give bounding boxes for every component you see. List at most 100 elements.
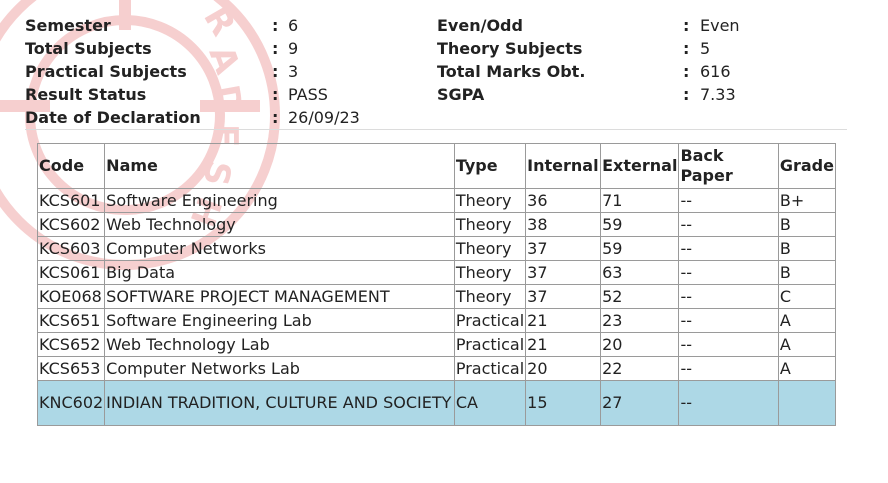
header-back-paper: Back Paper (678, 143, 779, 189)
cell-type: Practical (453, 356, 527, 381)
cell-type: Theory (453, 236, 527, 261)
summary-colon: : (683, 62, 690, 81)
cell-code: KCS602 (36, 212, 106, 237)
cell-name: Web Technology (104, 212, 455, 237)
cell-code: KNC602 (36, 380, 106, 426)
summary-value: Even (700, 16, 740, 35)
cell-grade: C (777, 284, 837, 309)
summary-row-date-of-declaration: Date of Declaration : 26/09/23 (25, 106, 445, 129)
cell-grade: B+ (777, 188, 837, 213)
summary-row-theory-subjects: Theory Subjects : 5 (437, 37, 847, 60)
cell-back: -- (678, 380, 779, 426)
cell-type: Theory (453, 284, 527, 309)
cell-external: 20 (600, 332, 680, 357)
cell-code: KCS061 (36, 260, 106, 285)
summary-label: Total Marks Obt. (437, 62, 586, 81)
cell-name: Software Engineering (104, 188, 455, 213)
cell-back: -- (678, 308, 779, 333)
cell-internal: 37 (525, 260, 602, 285)
cell-external: 23 (600, 308, 680, 333)
cell-internal: 21 (525, 332, 602, 357)
summary-label: Even/Odd (437, 16, 523, 35)
header-code: Code (36, 143, 106, 189)
cell-grade: B (777, 236, 837, 261)
cell-name: Computer Networks Lab (104, 356, 455, 381)
summary-value: 6 (288, 16, 299, 35)
cell-code: KCS651 (36, 308, 106, 333)
cell-code: KOE068 (36, 284, 106, 309)
table-row: KCS652 Web Technology Lab Practical 21 2… (36, 332, 837, 357)
cell-name: Web Technology Lab (104, 332, 455, 357)
cell-back: -- (678, 212, 779, 237)
cell-name: INDIAN TRADITION, CULTURE AND SOCIETY (104, 380, 455, 426)
table-row: KCS061 Big Data Theory 37 63 -- B (36, 260, 837, 285)
table-row: KCS602 Web Technology Theory 38 59 -- B (36, 212, 837, 237)
cell-code: KCS603 (36, 236, 106, 261)
summary-row-total-subjects: Total Subjects : 9 (25, 37, 445, 60)
cell-type: Theory (453, 188, 527, 213)
header-internal: Internal (525, 143, 602, 189)
summary-value: 3 (288, 62, 299, 81)
cell-name: Computer Networks (104, 236, 455, 261)
cell-grade (777, 380, 837, 426)
cell-code: KCS653 (36, 356, 106, 381)
table-row: KCS601 Software Engineering Theory 36 71… (36, 188, 837, 213)
table-row-highlighted: KNC602 INDIAN TRADITION, CULTURE AND SOC… (36, 380, 837, 426)
summary-colon: : (272, 39, 279, 58)
cell-grade: A (777, 308, 837, 333)
summary-label: Practical Subjects (25, 62, 187, 81)
summary-label: Total Subjects (25, 39, 152, 58)
summary-row-sgpa: SGPA : 7.33 (437, 83, 847, 106)
cell-code: KCS601 (36, 188, 106, 213)
summary-value: 7.33 (700, 85, 736, 104)
table-row: KOE068 SOFTWARE PROJECT MANAGEMENT Theor… (36, 284, 837, 309)
cell-external: 27 (600, 380, 680, 426)
cell-back: -- (678, 188, 779, 213)
summary-colon: : (683, 39, 690, 58)
cell-back: -- (678, 284, 779, 309)
cell-back: -- (678, 260, 779, 285)
summary-row-result-status: Result Status : PASS (25, 83, 445, 106)
cell-external: 71 (600, 188, 680, 213)
cell-grade: A (777, 356, 837, 381)
cell-grade: B (777, 212, 837, 237)
summary-colon: : (272, 16, 279, 35)
header-grade: Grade (777, 143, 837, 189)
cell-name: Big Data (104, 260, 455, 285)
marks-table: Code Name Type Internal External Back Pa… (36, 143, 837, 426)
summary-value: 9 (288, 39, 299, 58)
summary-row-practical-subjects: Practical Subjects : 3 (25, 60, 445, 83)
cell-external: 63 (600, 260, 680, 285)
section-divider (25, 129, 847, 130)
cell-back: -- (678, 332, 779, 357)
summary-colon: : (683, 85, 690, 104)
summary-label: Theory Subjects (437, 39, 583, 58)
header-name: Name (104, 143, 455, 189)
seal-letter: P (188, 0, 235, 2)
summary-colon: : (272, 108, 279, 127)
summary-label: SGPA (437, 85, 485, 104)
cell-internal: 21 (525, 308, 602, 333)
summary-colon: : (272, 85, 279, 104)
cell-internal: 37 (525, 236, 602, 261)
header-type: Type (453, 143, 527, 189)
cell-internal: 20 (525, 356, 602, 381)
summary-colon: : (272, 62, 279, 81)
summary-row-even-odd: Even/Odd : Even (437, 14, 847, 37)
cell-name: SOFTWARE PROJECT MANAGEMENT (104, 284, 455, 309)
cell-back: -- (678, 356, 779, 381)
table-row: KCS653 Computer Networks Lab Practical 2… (36, 356, 837, 381)
summary-colon: : (683, 16, 690, 35)
summary-value: PASS (288, 85, 328, 104)
table-header-row: Code Name Type Internal External Back Pa… (36, 143, 837, 189)
header-back-line2: Paper (680, 166, 733, 185)
cell-grade: B (777, 260, 837, 285)
cell-type: Theory (453, 260, 527, 285)
result-summary: Semester : 6 Total Subjects : 9 Practica… (25, 14, 847, 130)
summary-label: Result Status (25, 85, 147, 104)
summary-value: 616 (700, 62, 731, 81)
cell-internal: 36 (525, 188, 602, 213)
summary-row-semester: Semester : 6 (25, 14, 445, 37)
summary-value: 26/09/23 (288, 108, 360, 127)
table-row: KCS603 Computer Networks Theory 37 59 --… (36, 236, 837, 261)
